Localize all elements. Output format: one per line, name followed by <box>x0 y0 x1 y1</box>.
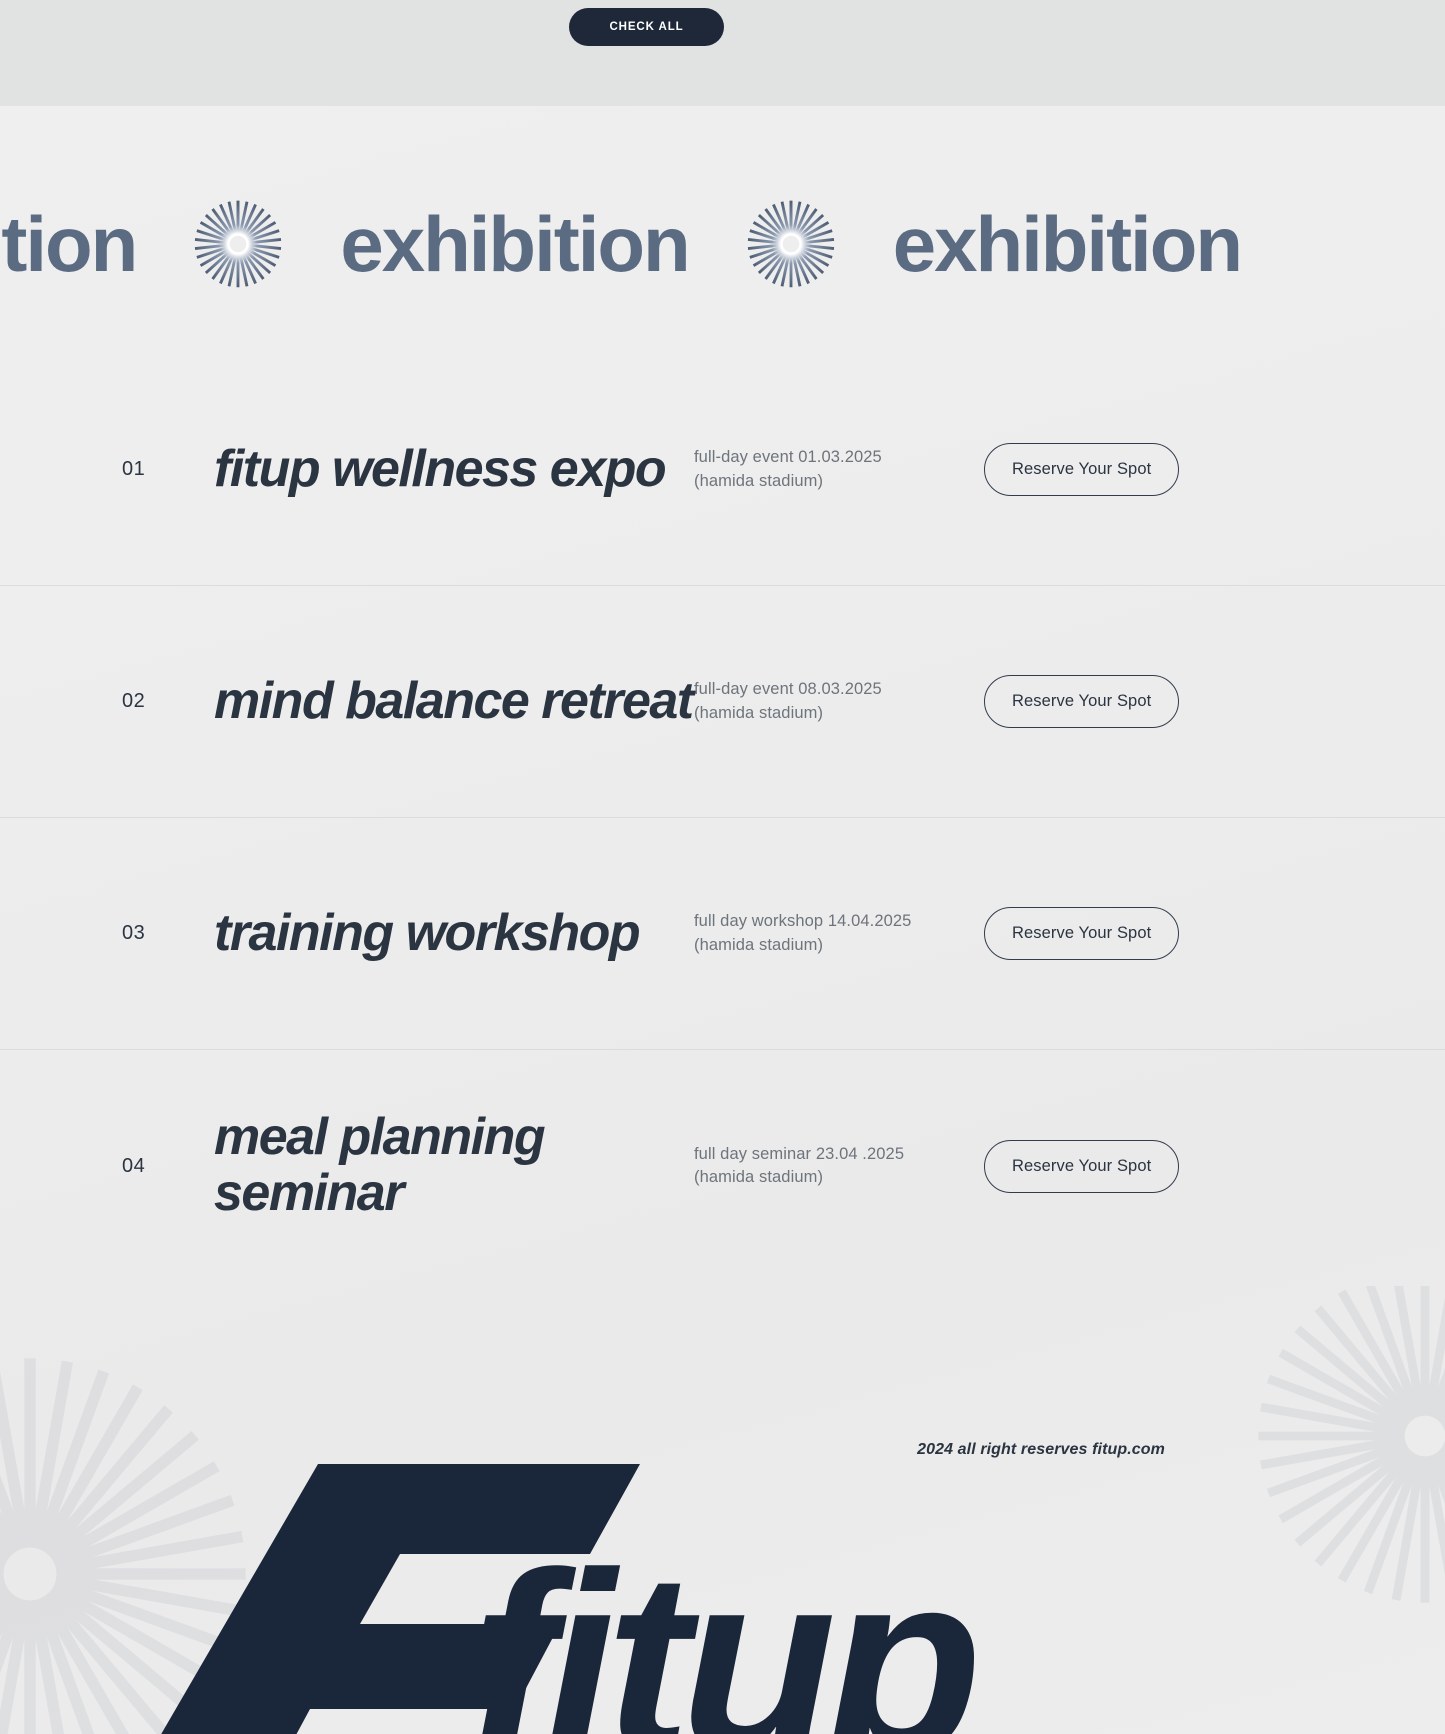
page-body: exhibition <box>0 106 1445 1734</box>
event-number: 02 <box>122 690 146 712</box>
events-list: 01 fitup wellness expo full-day event 01… <box>0 354 1445 1282</box>
brand-wordmark: fitup <box>470 1520 982 1734</box>
marquee-word: exhibition <box>340 199 690 288</box>
event-meta-line1: full day seminar 23.04 .2025 <box>694 1144 905 1163</box>
event-title: fitup wellness expo <box>214 439 667 498</box>
copyright-text: 2024 all right reserves fitup.com <box>917 1441 1165 1458</box>
event-meta: full day workshop 14.04.2025 (hamida sta… <box>694 910 984 957</box>
event-title: training workshop <box>214 903 641 962</box>
event-number: 04 <box>122 1154 146 1177</box>
event-meta: full day seminar 23.04 .2025 (hamida sta… <box>694 1143 984 1190</box>
event-title: mind balance retreat <box>214 671 694 730</box>
event-meta-line2: (hamida stadium) <box>694 703 824 722</box>
marquee-word: exhibition <box>892 199 1243 288</box>
table-row[interactable]: 04 meal planning seminar full day semina… <box>0 1050 1445 1282</box>
event-meta-line2: (hamida stadium) <box>694 935 824 954</box>
event-meta: full-day event 01.03.2025 (hamida stadiu… <box>694 446 984 493</box>
check-all-button[interactable]: CHECK ALL <box>569 8 724 46</box>
event-title: meal planning seminar <box>214 1108 546 1222</box>
sunburst-icon <box>192 198 285 290</box>
top-strip: CHECK ALL <box>0 0 1445 106</box>
page-footer: 2024 all right reserves fitup.com fitup <box>0 1286 1445 1734</box>
table-row[interactable]: 02 mind balance retreat full-day event 0… <box>0 586 1445 818</box>
marquee-word: exhibition <box>0 199 138 288</box>
event-number: 03 <box>122 922 146 944</box>
event-meta-line1: full-day event 08.03.2025 <box>694 680 882 699</box>
reserve-your-spot-button[interactable]: Reserve Your Spot <box>984 443 1180 496</box>
sunburst-icon <box>744 198 837 290</box>
event-number: 01 <box>122 458 146 480</box>
event-meta-line1: full day workshop 14.04.2025 <box>694 912 912 931</box>
event-meta: full-day event 08.03.2025 (hamida stadiu… <box>694 678 984 725</box>
table-row[interactable]: 03 training workshop full day workshop 1… <box>0 818 1445 1050</box>
page-root: CHECK ALL exhibition <box>0 0 1445 1734</box>
event-meta-line2: (hamida stadium) <box>694 471 824 490</box>
event-meta-line1: full-day event 01.03.2025 <box>694 448 882 467</box>
exhibition-marquee: exhibition <box>0 164 1445 324</box>
reserve-your-spot-button[interactable]: Reserve Your Spot <box>984 1139 1180 1193</box>
table-row[interactable]: 01 fitup wellness expo full-day event 01… <box>0 354 1445 586</box>
reserve-your-spot-button[interactable]: Reserve Your Spot <box>984 907 1180 960</box>
event-meta-line2: (hamida stadium) <box>694 1168 824 1186</box>
reserve-your-spot-button[interactable]: Reserve Your Spot <box>984 675 1180 728</box>
